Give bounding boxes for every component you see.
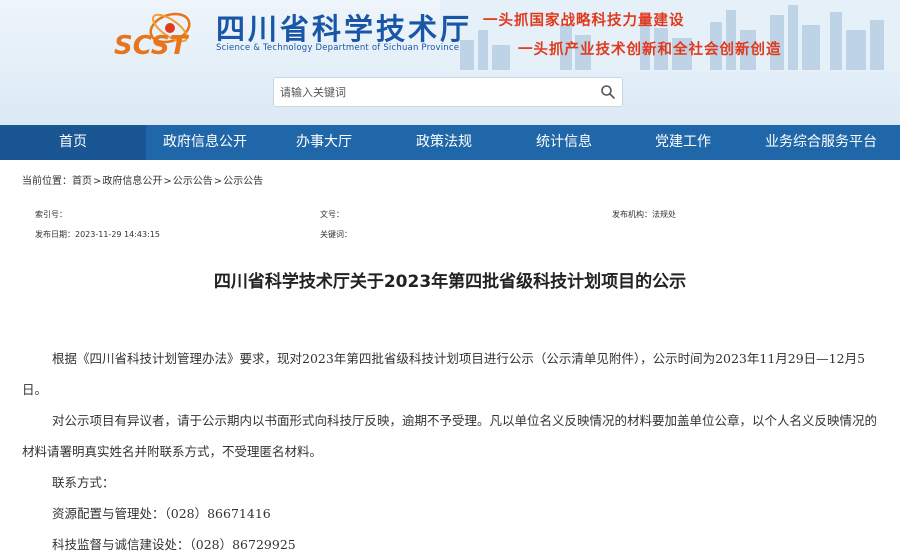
site-subtitle: Science & Technology Department of Sichu… bbox=[216, 43, 460, 53]
slogan-line-1: 一头抓国家战略科技力量建设 bbox=[483, 13, 685, 29]
search-icon[interactable] bbox=[600, 84, 616, 100]
nav-item-home[interactable]: 首页 bbox=[0, 125, 146, 160]
meta-date-label: 发布日期： bbox=[35, 230, 75, 239]
meta-date: 发布日期：2023-11-29 14:43:15 bbox=[35, 229, 160, 240]
meta-date-value: 2023-11-29 14:43:15 bbox=[75, 230, 160, 239]
breadcrumb-separator: > bbox=[163, 176, 172, 187]
meta-keywords: 关键词： bbox=[320, 229, 352, 240]
contact-label: 联系方式： bbox=[52, 475, 115, 490]
meta-doc-no-label: 文号： bbox=[320, 210, 344, 219]
article-title: 四川省科学技术厅关于2023年第四批省级科技计划项目的公示 bbox=[213, 272, 687, 292]
nav-item-gov-info[interactable]: 政府信息公开 bbox=[146, 125, 264, 160]
nav-item-party[interactable]: 党建工作 bbox=[624, 125, 742, 160]
meta-index: 索引号： bbox=[35, 209, 67, 220]
nav-item-service-hall[interactable]: 办事大厅 bbox=[264, 125, 384, 160]
breadcrumb-item-home[interactable]: 首页 bbox=[72, 176, 92, 187]
meta-keywords-label: 关键词： bbox=[320, 230, 352, 239]
main-nav: 首页 政府信息公开 办事大厅 政策法规 统计信息 党建工作 业务综合服务平台 bbox=[0, 125, 900, 160]
breadcrumb-item-gov-info[interactable]: 政府信息公开 bbox=[102, 176, 162, 187]
meta-publisher-label: 发布机构： bbox=[612, 210, 652, 219]
contact-resource-office: 资源配置与管理处：（028）86671416 bbox=[52, 506, 271, 521]
breadcrumb-label: 当前位置： bbox=[22, 176, 72, 187]
breadcrumb-item-current[interactable]: 公示公告 bbox=[223, 176, 263, 187]
slogan-line-2: 一头抓产业技术创新和全社会创新创造 bbox=[518, 42, 782, 58]
meta-publisher-value: 法规处 bbox=[652, 210, 676, 219]
search-input[interactable] bbox=[280, 78, 590, 106]
article-paragraph: 根据《四川省科技计划管理办法》要求，现对2023年第四批省级科技计划项目进行公示… bbox=[22, 351, 866, 397]
scst-logo-icon[interactable]: SCST bbox=[112, 4, 212, 60]
meta-publisher: 发布机构：法规处 bbox=[612, 209, 676, 220]
meta-doc-no: 文号： bbox=[320, 209, 344, 220]
meta-index-label: 索引号： bbox=[35, 210, 67, 219]
svg-text:SCST: SCST bbox=[114, 31, 190, 60]
article-paragraph: 对公示项目有异议者，请于公示期内以书面形式向科技厅反映，逾期不予受理。凡以单位名… bbox=[22, 413, 878, 459]
nav-item-business-platform[interactable]: 业务综合服务平台 bbox=[742, 125, 900, 160]
search-box bbox=[273, 77, 623, 107]
site-title: 四川省科学技术厅 bbox=[216, 12, 473, 46]
breadcrumb-item-announcements[interactable]: 公示公告 bbox=[173, 176, 213, 187]
breadcrumb-separator: > bbox=[213, 176, 223, 187]
breadcrumb-separator: > bbox=[93, 176, 102, 187]
nav-item-statistics[interactable]: 统计信息 bbox=[504, 125, 624, 160]
site-header: SCST 四川省科学技术厅 Science & Technology Depar… bbox=[0, 0, 900, 125]
article-body: 根据《四川省科技计划管理办法》要求，现对2023年第四批省级科技计划项目进行公示… bbox=[22, 343, 882, 553]
breadcrumb: 当前位置：首页>政府信息公开>公示公告>公示公告 bbox=[22, 172, 263, 187]
contact-supervision-office: 科技监督与诚信建设处：（028）86729925 bbox=[52, 537, 296, 552]
nav-item-policy[interactable]: 政策法规 bbox=[384, 125, 504, 160]
